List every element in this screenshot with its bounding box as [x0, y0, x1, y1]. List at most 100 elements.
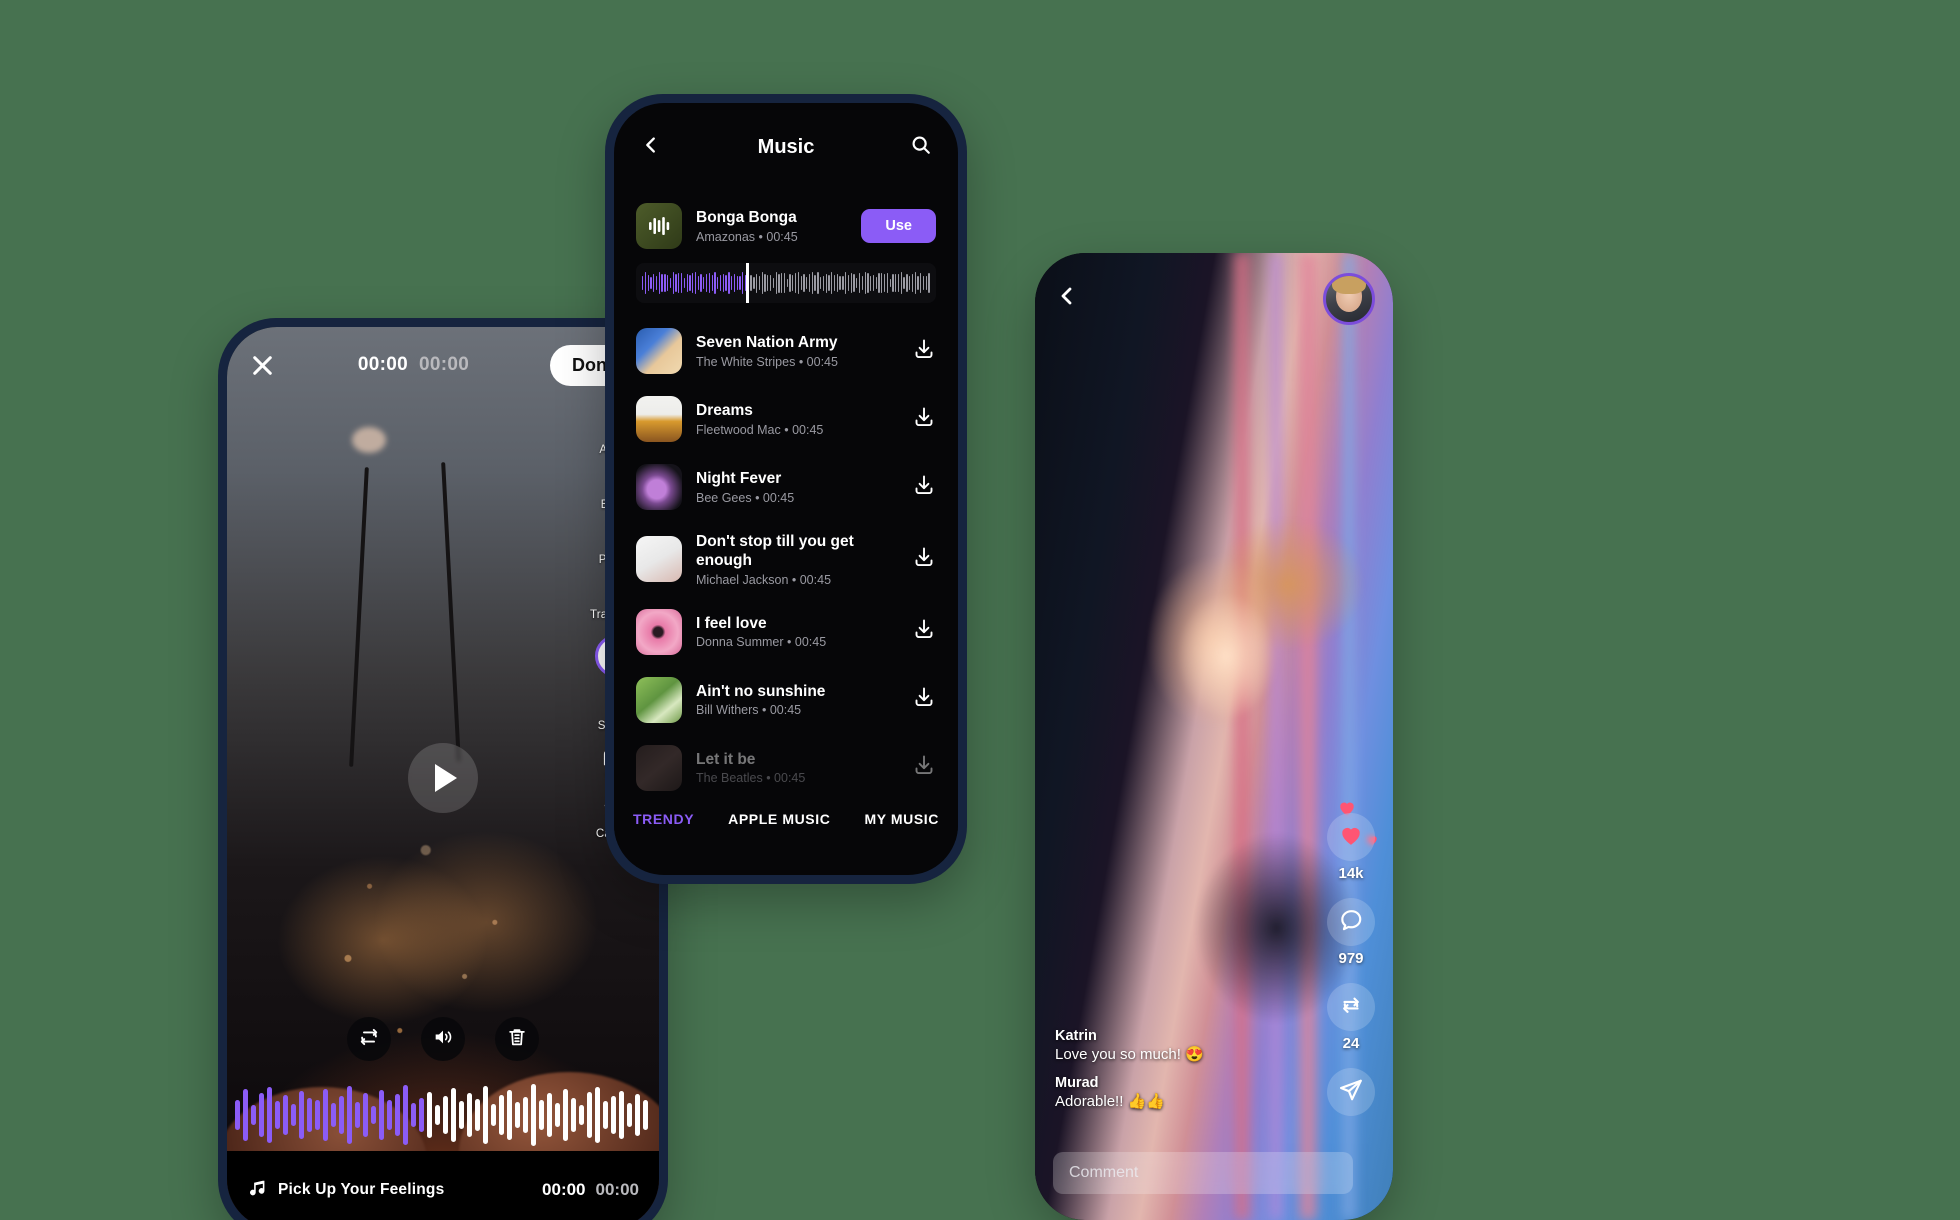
- waveform-bar: [808, 273, 811, 293]
- share-button[interactable]: [1327, 1068, 1375, 1116]
- waveform-bar: [680, 273, 683, 293]
- track-name: I feel love: [696, 615, 767, 633]
- sparkler-stick: [441, 462, 461, 762]
- search-icon[interactable]: [910, 134, 932, 161]
- track-artist: Michael Jackson: [696, 572, 789, 587]
- waveform-bar: [603, 1101, 608, 1129]
- comment-button[interactable]: [1327, 898, 1375, 946]
- waveform-bar: [864, 272, 866, 294]
- music-track-row[interactable]: Don't stop till you get enough Michael Ja…: [636, 521, 936, 598]
- waveform-bar: [733, 274, 736, 292]
- repost-button[interactable]: [1327, 983, 1375, 1031]
- track-sub: Fleetwood Mac • 00:45: [696, 423, 898, 437]
- featured-track-sub: Amazonas • 00:45: [696, 230, 847, 244]
- waveform-bar: [692, 272, 694, 294]
- waveform-bar: [419, 1098, 424, 1132]
- music-track-row[interactable]: Seven Nation Army The White Stripes • 00:…: [636, 317, 936, 385]
- waveform-bar: [739, 275, 741, 291]
- waveform-bar: [911, 274, 914, 292]
- loop-button[interactable]: [347, 1017, 391, 1061]
- waveform-bar: [817, 272, 819, 294]
- music-track-row[interactable]: Dreams Fleetwood Mac • 00:45: [636, 385, 936, 453]
- waveform-bar: [728, 271, 730, 295]
- track-meta: Let it be The Beatles • 00:45: [696, 750, 898, 785]
- waveform-bar: [708, 272, 711, 294]
- play-button[interactable]: [408, 743, 478, 813]
- waveform-bar: [811, 272, 813, 294]
- waveform-bar: [658, 271, 660, 295]
- featured-track-name: Bonga Bonga: [696, 209, 797, 227]
- editor-top-bar: 00:00 00:00 Done: [227, 327, 659, 403]
- waveform-bar: [842, 276, 844, 290]
- track-name: Seven Nation Army: [696, 334, 838, 352]
- editor-track-times: 00:00 00:00: [542, 1180, 639, 1200]
- bullet-separator: •: [788, 572, 800, 587]
- track-artist: Donna Summer: [696, 635, 784, 650]
- comment-input[interactable]: [1069, 1164, 1337, 1182]
- waveform-bar: [483, 1086, 488, 1144]
- waveform-bar: [909, 276, 911, 290]
- waveform-bar: [769, 274, 772, 292]
- waveform-bar: [756, 273, 758, 293]
- track-album-art: [636, 744, 682, 791]
- waveform-bar: [806, 276, 808, 290]
- download-icon[interactable]: [912, 337, 936, 366]
- track-duration: 00:45: [769, 703, 802, 718]
- waveform-bar: [619, 1091, 624, 1139]
- waveform-bar: [579, 1105, 584, 1125]
- music-tab-trendy[interactable]: TRENDY: [633, 811, 694, 827]
- waveform-bar: [539, 1100, 544, 1130]
- use-button[interactable]: Use: [861, 209, 936, 243]
- avatar[interactable]: [1323, 273, 1375, 325]
- waveform-bar: [459, 1101, 464, 1129]
- featured-waveform[interactable]: [636, 263, 936, 303]
- music-track-row[interactable]: Ain't no sunshine Bill Withers • 00:45: [636, 666, 936, 734]
- editor-track-name: Pick Up Your Feelings: [278, 1181, 445, 1198]
- chevron-left-icon[interactable]: [1055, 284, 1079, 313]
- waveform-bar: [697, 275, 699, 291]
- avatar-hair: [1332, 276, 1366, 295]
- waveform-bar: [758, 276, 761, 290]
- volume-icon: [432, 1026, 454, 1053]
- waveform-playhead[interactable]: [745, 263, 749, 303]
- waveform-bar: [678, 272, 680, 294]
- download-icon[interactable]: [912, 405, 936, 434]
- waveform-bar: [828, 275, 830, 291]
- waveform-bar: [669, 277, 672, 289]
- music-tab-my-music[interactable]: MY MUSIC: [864, 811, 939, 827]
- close-icon[interactable]: [247, 350, 277, 380]
- waveform-bar: [507, 1090, 512, 1140]
- track-artist: Bill Withers: [696, 703, 759, 718]
- music-tab-apple-music[interactable]: APPLE MUSIC: [728, 811, 830, 827]
- comment-input-box[interactable]: [1053, 1152, 1353, 1194]
- waveform-bar: [914, 271, 916, 295]
- waveform-bar: [323, 1089, 328, 1141]
- waveform-bar: [339, 1096, 344, 1134]
- download-icon[interactable]: [912, 753, 936, 782]
- waveform-bar: [831, 271, 833, 295]
- waveform-bar: [803, 274, 805, 292]
- track-meta: Dreams Fleetwood Mac • 00:45: [696, 401, 898, 436]
- track-sub: Donna Summer • 00:45: [696, 635, 898, 649]
- heart-button[interactable]: [1327, 813, 1375, 861]
- repost-icon: [1338, 992, 1364, 1023]
- music-track-row[interactable]: Let it be The Beatles • 00:45: [636, 734, 936, 802]
- volume-button[interactable]: [421, 1017, 465, 1061]
- track-sub: Michael Jackson • 00:45: [696, 573, 898, 587]
- waveform-bar: [889, 278, 891, 288]
- waveform-bar: [783, 273, 786, 293]
- music-track-row[interactable]: I feel love Donna Summer • 00:45: [636, 598, 936, 666]
- download-icon[interactable]: [912, 617, 936, 646]
- waveform-bar: [595, 1087, 600, 1143]
- download-icon[interactable]: [912, 685, 936, 714]
- phone-editor: 00:00 00:00 Done AdjustEffectPresetTrans…: [218, 318, 668, 1220]
- download-icon[interactable]: [912, 473, 936, 502]
- editor-waveform[interactable]: [227, 1079, 659, 1151]
- waveform-bar: [371, 1106, 376, 1124]
- chevron-left-icon[interactable]: [640, 134, 662, 161]
- music-track-row[interactable]: Night Fever Bee Gees • 00:45: [636, 453, 936, 521]
- trash-button[interactable]: [495, 1017, 539, 1061]
- featured-track[interactable]: Bonga Bonga Amazonas • 00:45 Use: [614, 191, 958, 249]
- download-icon[interactable]: [912, 545, 936, 574]
- waveform-bar: [825, 273, 827, 293]
